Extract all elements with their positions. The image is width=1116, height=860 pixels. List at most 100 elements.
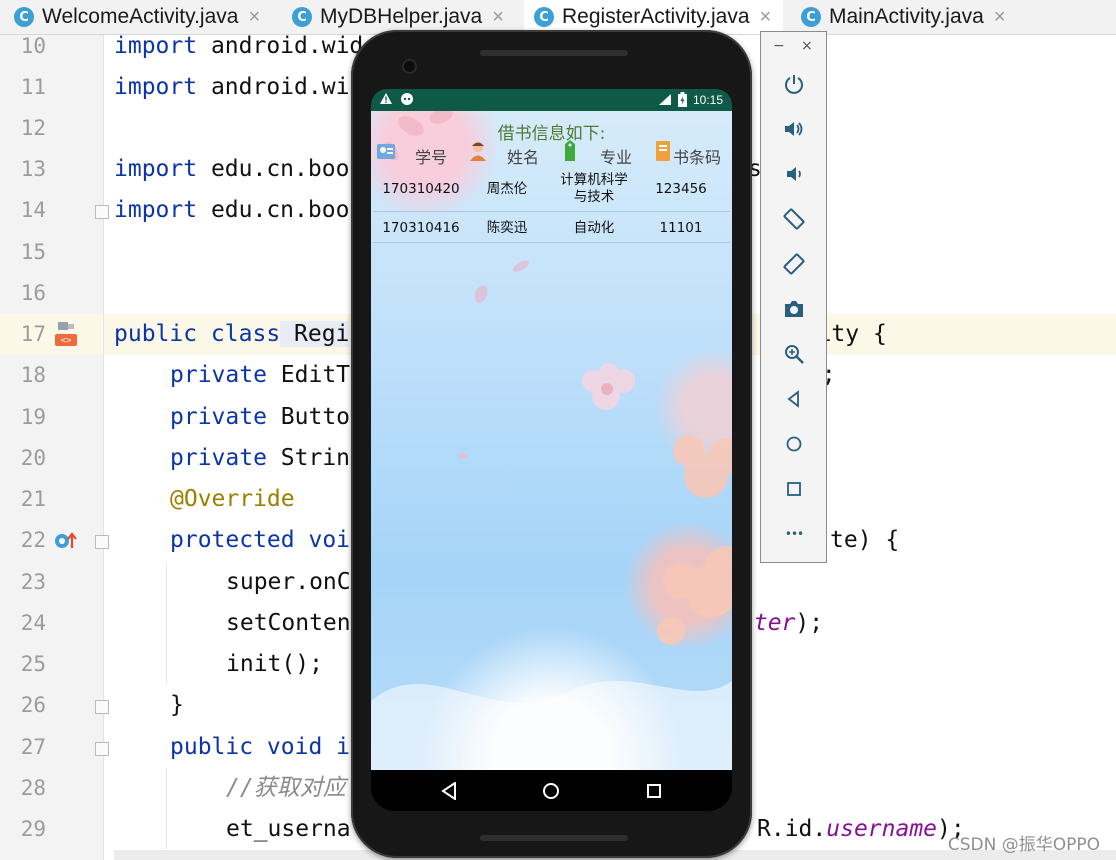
status-time: 10:15 [693,93,724,107]
fold-marker-icon[interactable] [95,700,109,714]
code-fragment: te) { [830,520,899,561]
keyword: private [170,445,267,471]
line-number: 11 [20,75,46,99]
code-line[interactable]: et_userna [226,809,351,850]
rotate-right-icon[interactable] [781,251,807,277]
code-line[interactable]: private Strin [170,438,350,479]
overview-icon[interactable] [781,476,807,502]
code-line[interactable]: //获取对应 [226,768,346,809]
line-number: 29 [20,817,46,841]
cell-student-id: 170310416 [382,220,460,236]
code-text: super.onC [226,569,351,595]
code-line[interactable]: @Override [170,479,295,520]
minimize-button[interactable]: − [773,38,785,54]
close-tab-icon[interactable]: × [994,6,1006,29]
close-button[interactable]: × [801,38,813,54]
line-number: 20 [20,446,46,470]
line-number: 26 [20,693,46,717]
code-line[interactable]: import android.wi [114,67,349,108]
indent-guide [166,562,167,685]
keyword: import [114,74,198,100]
code-line[interactable]: import edu.cn.boo [114,149,349,190]
code-line[interactable]: super.onC [226,562,351,603]
code-line[interactable]: public void i [170,727,350,768]
code-line[interactable]: protected voi [170,520,350,561]
java-class-icon: C [534,7,554,27]
override-marker-icon[interactable] [54,530,78,552]
nav-back-icon[interactable] [441,781,457,804]
line-number: 12 [20,116,46,140]
fold-marker-icon[interactable] [95,742,109,756]
cell-barcode: 11101 [659,220,703,236]
cell-student-id: 170310420 [382,181,460,197]
tag-icon [563,140,577,166]
close-tab-icon[interactable]: × [760,6,772,29]
keyword: protected [170,527,295,553]
header-student-id: 学号 [415,148,448,167]
line-number: 23 [20,570,46,594]
keyword: private [170,404,267,430]
tab-register-activity[interactable]: C RegisterActivity.java × [524,0,784,34]
code-text: te) { [830,527,900,553]
code-line[interactable]: init(); [226,644,323,685]
code-line[interactable]: public class Regi [114,314,350,355]
line-number: 19 [20,405,46,429]
indent-guide [166,768,167,850]
fold-marker-icon[interactable] [95,205,109,219]
cell-major: 自动化 [573,220,615,236]
home-icon[interactable] [781,431,807,457]
class-hierarchy-icon[interactable]: <> [54,321,78,347]
volume-down-icon[interactable] [781,161,807,187]
line-number: 27 [20,735,46,759]
rotate-left-icon[interactable] [781,206,807,232]
code-text: edu.cn.boo [197,156,350,182]
line-number: 28 [20,776,46,800]
tab-main-activity[interactable]: C MainActivity.java × [801,0,1006,34]
close-tab-icon[interactable]: × [492,6,504,29]
background-flowers [371,111,732,770]
line-number: 24 [20,611,46,635]
line-number: 10 [20,34,46,58]
line-number: 13 [20,157,46,181]
line-number: 16 [20,281,46,305]
code-line[interactable]: } [170,685,184,726]
code-line[interactable]: private Butto [170,397,350,438]
code-line[interactable]: private EditT [170,355,350,396]
keyword: import [114,156,198,182]
speaker-grille [480,835,628,841]
volume-up-icon[interactable] [781,116,807,142]
java-class-icon: C [292,7,312,27]
nav-home-icon[interactable] [542,782,560,804]
code-line[interactable]: import edu.cn.boo [114,190,349,231]
code-text: i [322,734,351,760]
id-card-icon [376,141,396,165]
cell-major: 计算机科学 [560,172,628,188]
emulator-toolbar: − × ••• [760,31,827,563]
more-icon[interactable]: ••• [781,521,807,547]
back-icon[interactable] [781,386,807,412]
line-number: 18 [20,363,46,387]
code-line[interactable]: setConten [226,603,351,644]
code-line[interactable]: import android.wid [114,26,363,67]
page-title: 借书信息如下: [497,124,606,144]
code-text: setConten [226,610,351,636]
keyword: voi [294,527,351,553]
line-number: 14 [20,198,46,222]
row-divider [373,242,730,243]
fold-marker-icon[interactable] [95,535,109,549]
watermark: CSDN @振华OPPO [947,835,1100,855]
cell-barcode: 123456 [655,181,707,197]
battery-icon [678,92,687,110]
camera-icon[interactable] [781,296,807,322]
code-text: init(); [226,651,323,677]
line-number: 15 [20,240,46,264]
code-fragment: R.id.username); [757,809,965,850]
zoom-icon[interactable] [781,341,807,367]
class-name: Regi [280,321,350,347]
emulator-screen[interactable]: 10:15 借书信息如下: 学号 姓名 专业 书条码 170310420 周杰伦… [371,89,732,811]
keyword: private [170,362,267,388]
warning-icon [379,92,393,108]
line-number: 21 [20,487,46,511]
power-icon[interactable] [781,71,807,97]
nav-overview-icon[interactable] [646,783,662,803]
